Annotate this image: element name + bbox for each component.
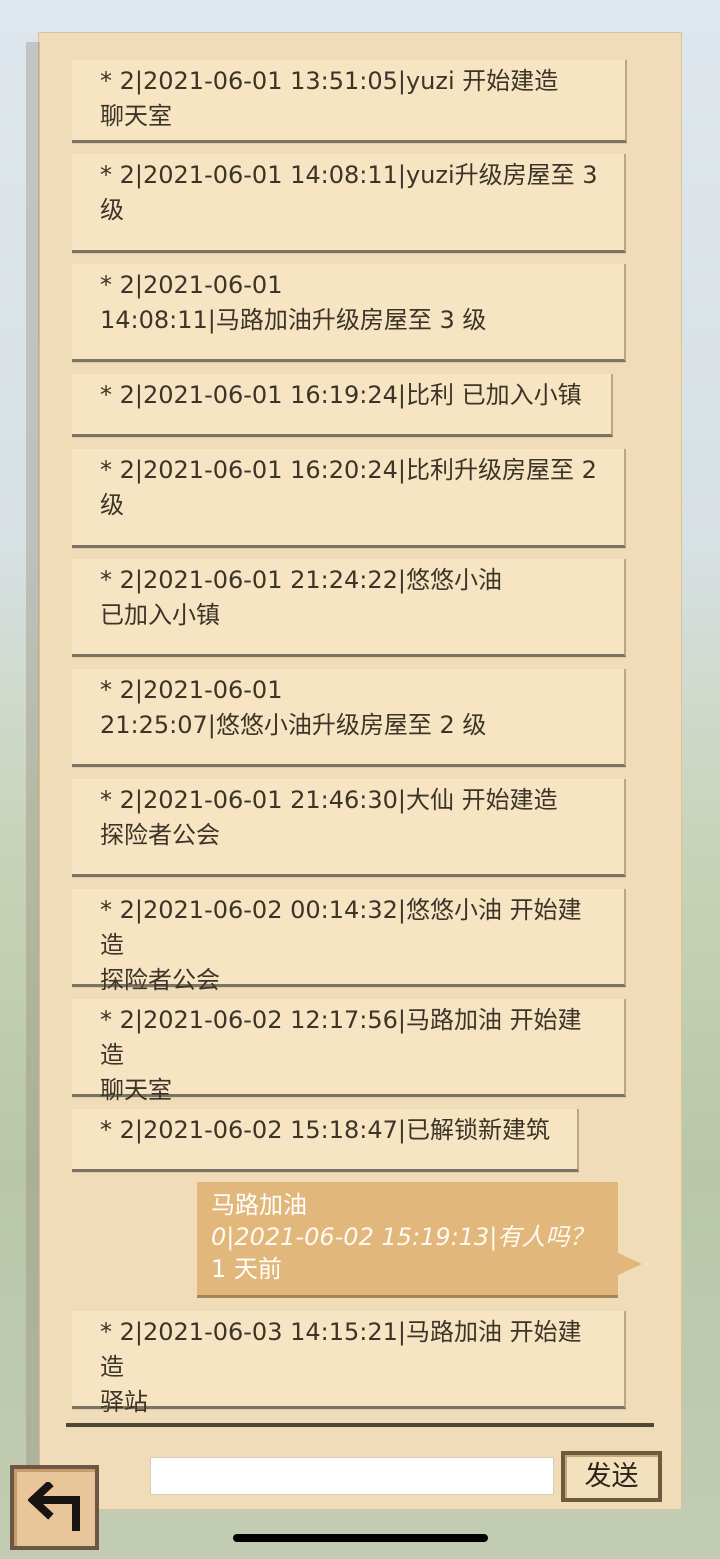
message-content: 0|2021-06-02 15:19:13|有人吗？ [211,1223,594,1251]
system-message: * 2|2021-06-01 16:19:24|比利 已加入小镇 [72,374,613,437]
system-message: * 2|2021-06-01 14:08:11|马路加油升级房屋至 3 级 [72,264,626,362]
send-button[interactable]: 发送 [561,1451,662,1502]
home-indicator [233,1534,488,1542]
system-message: * 2|2021-06-02 00:14:32|悠悠小油 开始建造 探险者公会 [72,889,626,994]
system-message: * 2|2021-06-01 14:08:11|yuzi升级房屋至 3 级 [72,154,626,253]
message-time: 1 天前 [211,1255,282,1283]
system-message: * 2|2021-06-01 21:25:07|悠悠小油升级房屋至 2 级 [72,669,626,767]
system-message: * 2|2021-06-02 15:18:47|已解锁新建筑 [72,1109,579,1172]
message-sender: 马路加油 [211,1191,307,1219]
message-input[interactable] [150,1457,554,1495]
system-message: * 2|2021-06-01 21:46:30|大仙 开始建造 探险者公会 [72,779,626,877]
back-arrow-icon [28,1482,80,1531]
system-message: * 2|2021-06-03 14:15:21|马路加油 开始建造 驿站 [72,1311,626,1416]
system-message: * 2|2021-06-01 13:51:05|yuzi 开始建造 聊天室 [72,60,627,143]
user-message: 马路加油 0|2021-06-02 15:19:13|有人吗？ 1 天前 [197,1182,642,1298]
system-message: * 2|2021-06-01 21:24:22|悠悠小油 已加入小镇 [72,559,626,657]
system-message: * 2|2021-06-02 12:17:56|马路加油 开始建造 聊天室 [72,999,626,1104]
back-button[interactable] [10,1465,99,1550]
system-message: * 2|2021-06-01 16:20:24|比利升级房屋至 2 级 [72,449,626,548]
divider [66,1423,654,1427]
